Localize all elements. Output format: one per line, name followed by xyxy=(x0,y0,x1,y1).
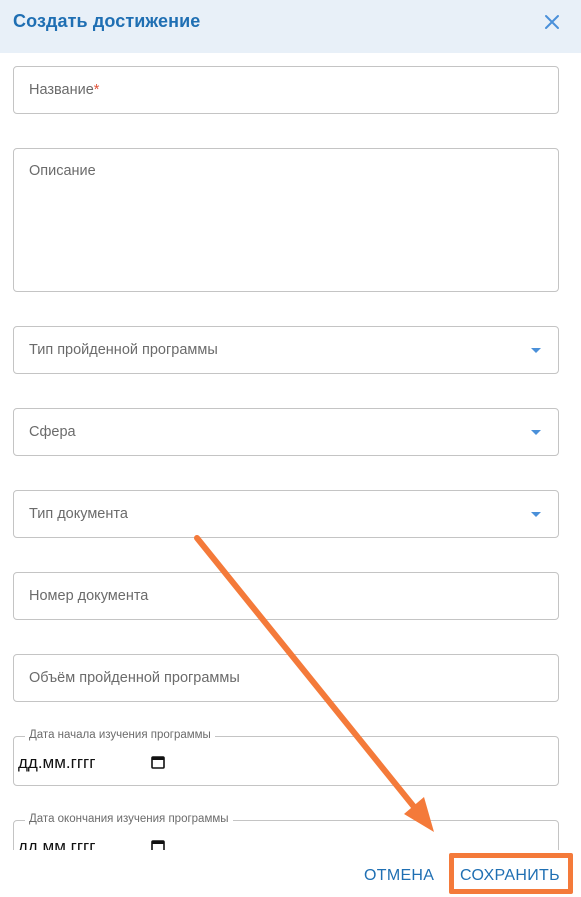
chevron-down-icon xyxy=(531,348,541,353)
chevron-down-icon xyxy=(531,512,541,517)
sphere-placeholder: Сфера xyxy=(29,424,76,440)
end-date-value: дд.мм.гггг xyxy=(18,837,96,850)
required-mark: * xyxy=(93,82,100,98)
start-date-label: Дата начала изучения программы xyxy=(25,729,215,741)
save-highlight-annotation xyxy=(449,853,573,894)
start-date-value: дд.мм.гггг xyxy=(18,753,96,772)
calendar-icon[interactable] xyxy=(151,755,165,769)
document-type-placeholder: Тип документа xyxy=(29,506,128,522)
close-icon xyxy=(545,15,559,29)
cancel-button[interactable]: ОТМЕНА xyxy=(364,867,434,885)
description-placeholder: Описание xyxy=(29,163,96,179)
create-achievement-dialog: Создать достижение Название* Описание Ти… xyxy=(0,0,581,897)
name-placeholder: Название* xyxy=(29,82,100,98)
document-type-select[interactable]: Тип документа xyxy=(13,490,559,538)
name-field[interactable]: Название* xyxy=(13,66,559,114)
program-type-select[interactable]: Тип пройденной программы xyxy=(13,326,559,374)
document-number-placeholder: Номер документа xyxy=(29,588,149,604)
end-date-label: Дата окончания изучения программы xyxy=(25,813,233,825)
form-scroll-area[interactable]: Название* Описание Тип пройденной програ… xyxy=(0,53,581,850)
calendar-icon[interactable] xyxy=(151,839,165,850)
description-field[interactable]: Описание xyxy=(13,148,559,292)
close-button[interactable] xyxy=(541,11,563,33)
document-number-field[interactable]: Номер документа xyxy=(13,572,559,620)
program-volume-placeholder: Объём пройденной программы xyxy=(29,670,240,686)
chevron-down-icon xyxy=(531,430,541,435)
start-date-field[interactable]: Дата начала изучения программы дд.мм.ггг… xyxy=(13,729,559,786)
dialog-header: Создать достижение xyxy=(0,0,581,53)
dialog-title: Создать достижение xyxy=(13,11,201,31)
program-volume-field[interactable]: Объём пройденной программы xyxy=(13,654,559,702)
program-type-placeholder: Тип пройденной программы xyxy=(29,342,218,358)
sphere-select[interactable]: Сфера xyxy=(13,408,559,456)
end-date-field[interactable]: Дата окончания изучения программы дд.мм.… xyxy=(13,813,559,850)
